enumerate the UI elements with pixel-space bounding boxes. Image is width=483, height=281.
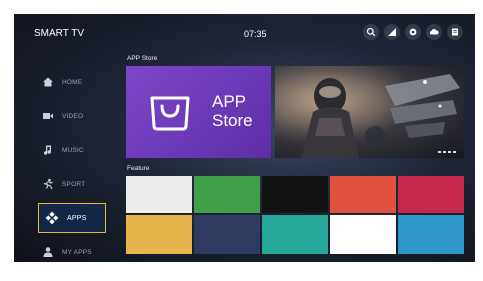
user-icon [43,247,53,257]
sidebar-item-apps[interactable]: APPS [38,203,106,233]
sidebar-item-label: VIDEO [62,112,84,120]
sidebar-item-label: MY APPS [62,248,92,256]
app-store-line-2: Store [212,111,253,130]
sidebar-item-music[interactable]: MUSIC [42,142,108,158]
app-store-section-label: APP Store [127,55,158,62]
feature-tile-8[interactable] [262,215,328,254]
cloud-icon[interactable] [426,24,442,40]
sidebar-item-label: SPORT [62,180,86,188]
feature-tile-2[interactable] [194,176,260,213]
app-title: SMART TV [34,28,85,39]
sidebar-item-label: MUSIC [62,146,84,154]
signal-icon[interactable] [384,24,400,40]
feature-tile-4[interactable] [330,176,396,213]
shopping-bag-icon [150,96,190,131]
feature-section-label: Feature [127,165,150,172]
feature-tile-3[interactable] [262,176,328,213]
search-icon[interactable] [363,24,379,40]
sport-icon [43,178,53,190]
feature-tile-7[interactable] [194,215,260,254]
feature-grid [126,176,464,254]
sidebar-item-label: APPS [67,214,87,222]
sidebar-item-label: HOME [62,78,83,86]
featured-banner[interactable] [275,66,464,158]
sidebar-item-video[interactable]: VIDEO [42,108,108,124]
feature-tile-10[interactable] [398,215,464,254]
app-store-line-1: APP [212,92,247,111]
sidebar-item-my-apps[interactable]: MY APPS [42,244,108,260]
home-icon [43,77,53,87]
clock: 07:35 [244,29,267,39]
app-store-tile-text: APP Store [212,92,253,130]
tv-screen: SMART TV 07:35 HOME VIDEO MUSIC SPORT AP… [14,14,475,262]
app-store-tile[interactable]: APP Store [126,66,271,158]
top-icon-bar [363,24,463,40]
apps-icon [45,211,59,225]
inbox-icon[interactable] [447,24,463,40]
sidebar-item-sport[interactable]: SPORT [42,176,108,192]
video-icon [43,113,53,119]
feature-tile-1[interactable] [126,176,192,213]
settings-icon[interactable] [405,24,421,40]
carousel-indicator[interactable] [438,151,456,153]
feature-tile-9[interactable] [330,215,396,254]
music-icon [43,145,51,155]
feature-tile-5[interactable] [398,176,464,213]
sidebar-item-home[interactable]: HOME [42,74,108,90]
sci-fi-artwork-image [275,66,464,158]
feature-tile-6[interactable] [126,215,192,254]
